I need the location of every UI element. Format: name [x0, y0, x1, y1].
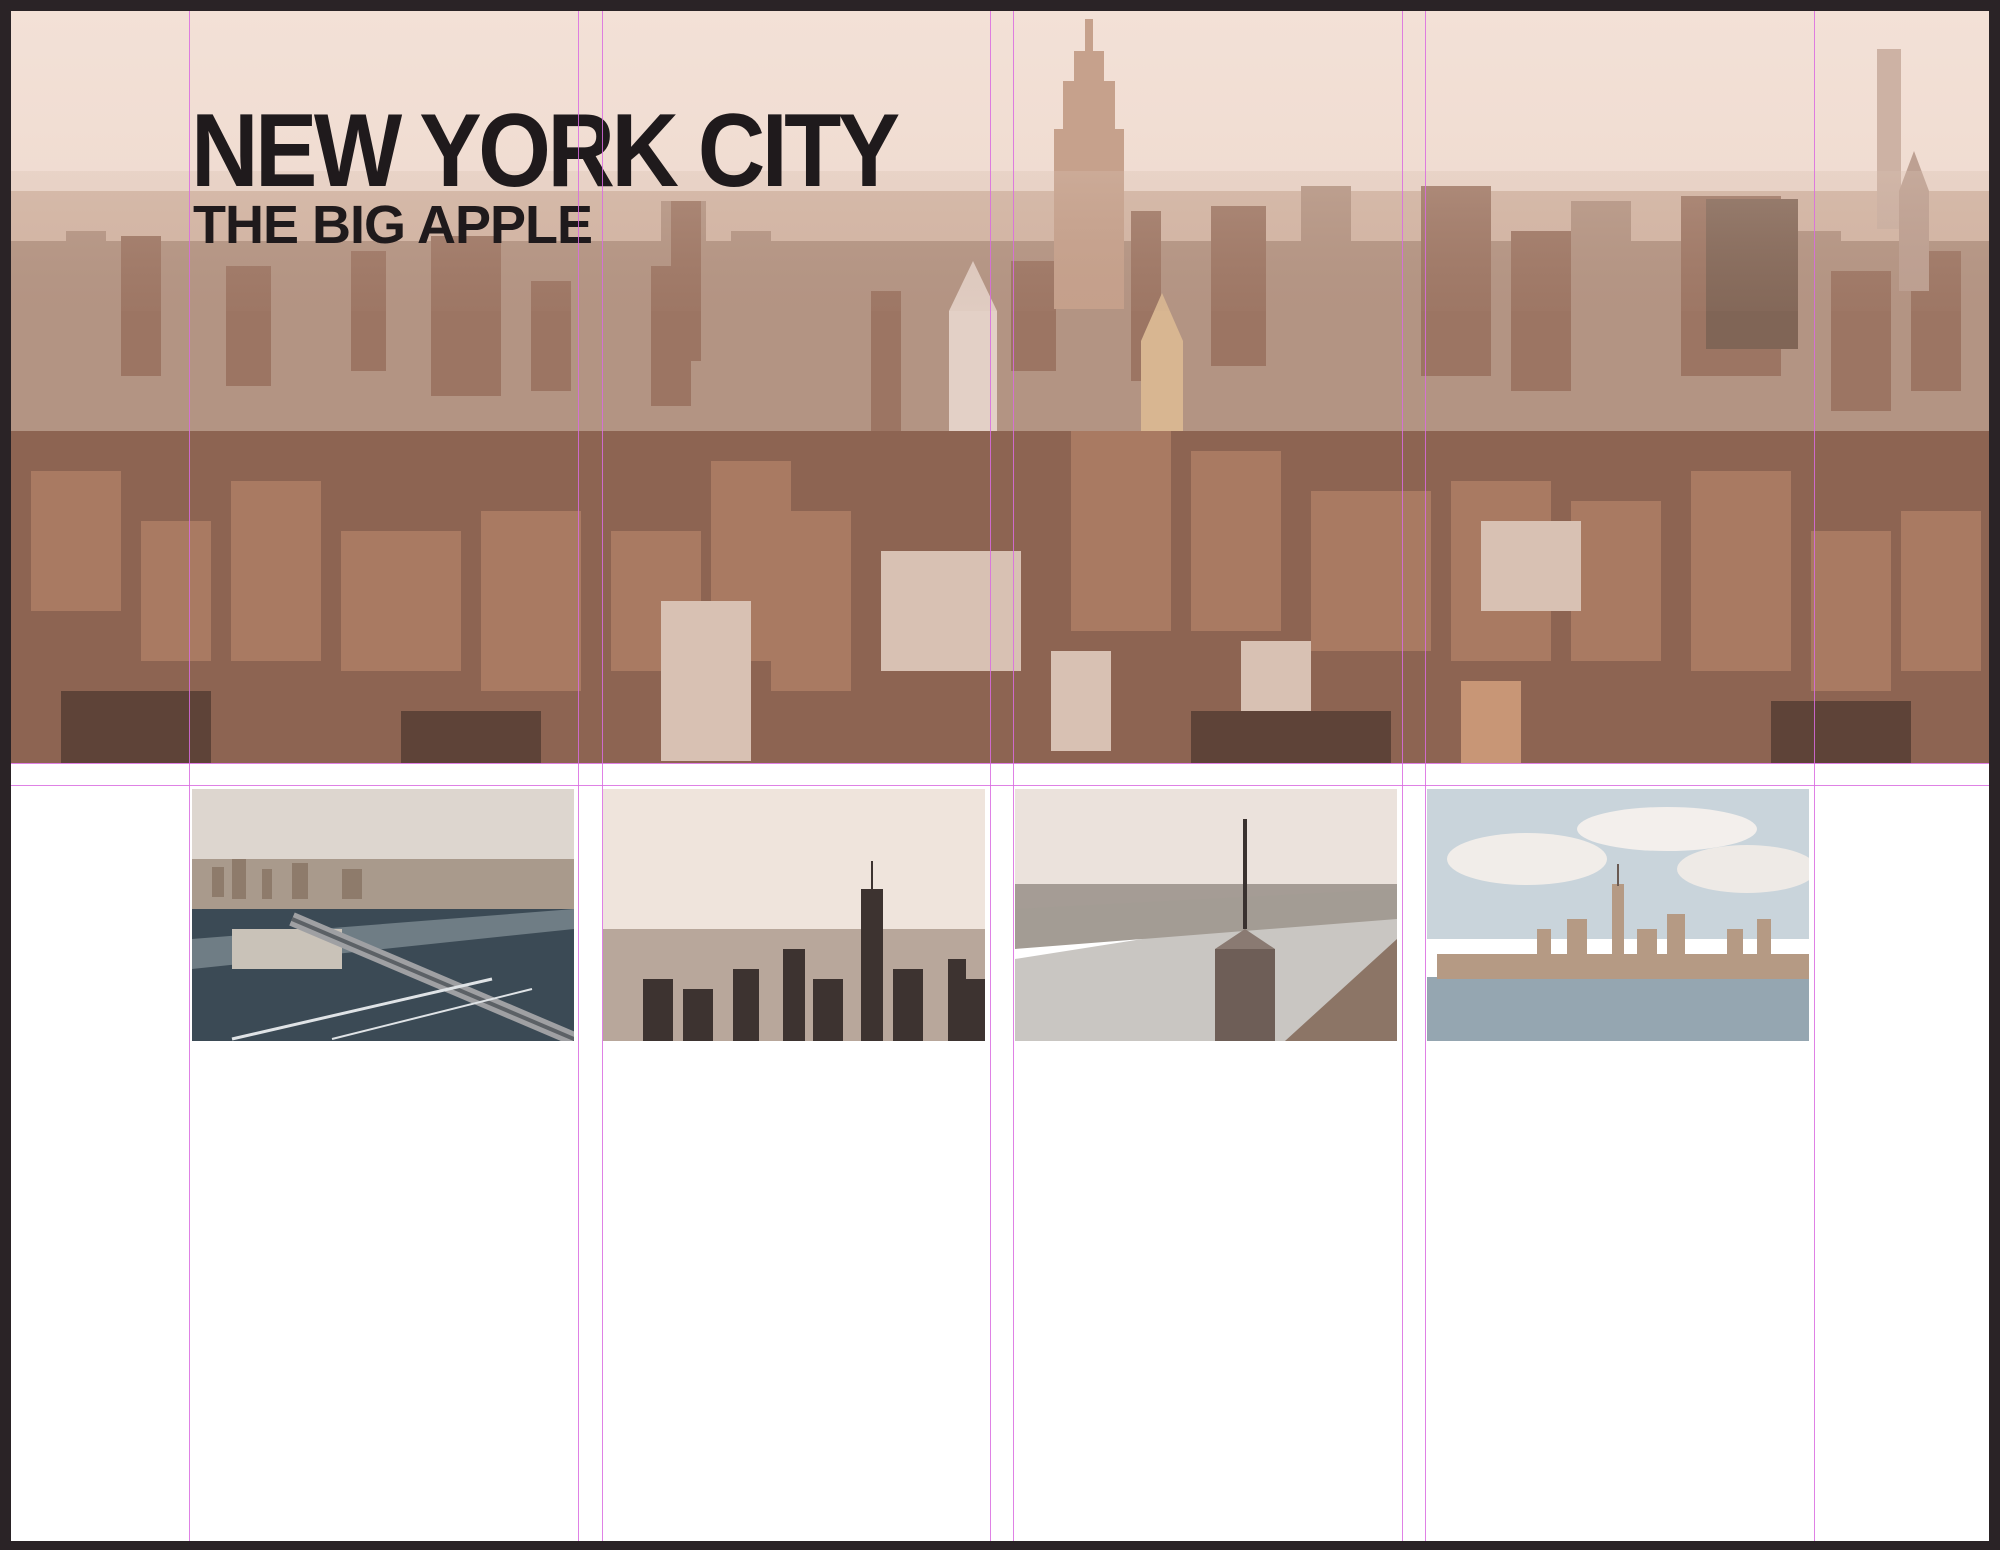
photo-artwork [603, 789, 985, 1041]
column-guide [990, 11, 991, 1541]
photo-artwork [192, 789, 574, 1041]
column-guide [1402, 11, 1403, 1541]
thumb-brooklyn-bridge-aerial[interactable] [192, 789, 574, 1041]
column-guide [578, 11, 579, 1541]
column-guide [189, 11, 190, 1541]
photo-artwork [1015, 789, 1397, 1041]
hero-skyline-image[interactable]: NEW YORK CITY THE BIG APPLE [11, 11, 1989, 763]
column-guide [1425, 11, 1426, 1541]
document-page: NEW YORK CITY THE BIG APPLE [11, 11, 1989, 1541]
row-guide [11, 763, 1989, 764]
thumb-one-wtc-spire-river[interactable] [1015, 789, 1397, 1041]
thumb-downtown-skyline-haze[interactable] [603, 789, 985, 1041]
row-guide [11, 785, 1989, 786]
column-guide [1013, 11, 1014, 1541]
photo-artwork [1427, 789, 1809, 1041]
thumb-manhattan-skyline-water[interactable] [1427, 789, 1809, 1041]
hero-subheadline[interactable]: THE BIG APPLE [193, 197, 593, 253]
column-guide [602, 11, 603, 1541]
column-guide [1814, 11, 1815, 1541]
hero-headline[interactable]: NEW YORK CITY [191, 99, 900, 203]
